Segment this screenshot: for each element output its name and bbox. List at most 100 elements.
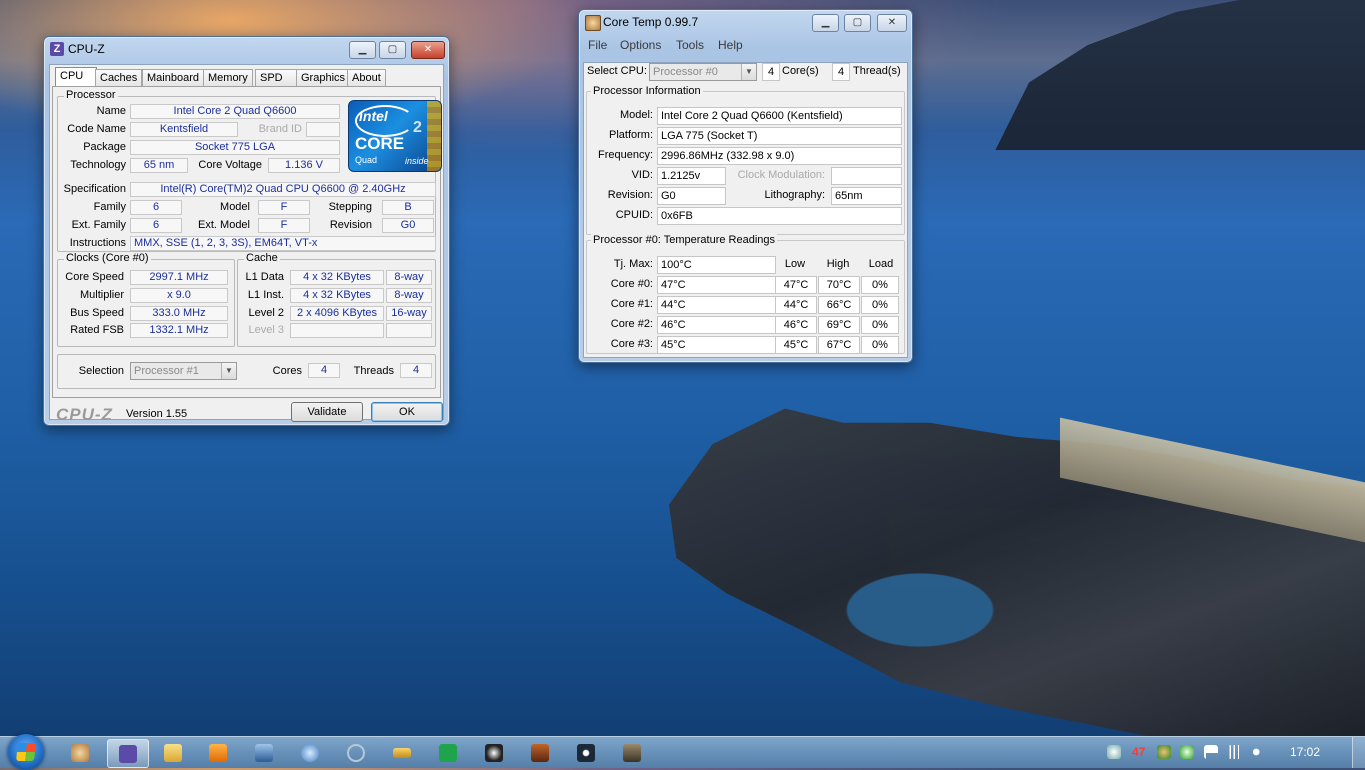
level2-assoc: 16-way [386, 306, 432, 321]
taskbar-app-glasses[interactable] [382, 739, 422, 766]
tab-mainboard[interactable]: Mainboard [142, 69, 204, 87]
core-high-value: 67°C [818, 336, 860, 354]
taskbar-app-game-2[interactable] [612, 739, 652, 766]
l1-data-assoc: 8-way [386, 270, 432, 285]
processor-group: Processor Name Intel Core 2 Quad Q6600 C… [57, 89, 442, 252]
tab-spd[interactable]: SPD [255, 69, 299, 87]
show-desktop-button[interactable] [1352, 737, 1365, 768]
maximize-button[interactable]: ▢ [844, 14, 871, 32]
start-button[interactable] [8, 734, 44, 770]
model-value: Intel Core 2 Quad Q6600 (Kentsfield) [657, 107, 902, 125]
cpuz-window[interactable]: Z CPU-Z ▁ ▢ ✕ CPU Caches Mainboard Memor… [43, 36, 450, 426]
threads-label: Threads [353, 365, 394, 377]
core-count-label: Core(s) [782, 65, 819, 77]
coretemp-client: Select CPU: Processor #0 ▼ 4 Core(s) 4 T… [583, 62, 908, 358]
core-temp-value: 46°C [657, 316, 776, 334]
taskbar-app-mask[interactable] [474, 739, 514, 766]
load-header: Load [868, 258, 894, 270]
core-load-value: 0% [861, 276, 899, 294]
core-low-value: 47°C [775, 276, 817, 294]
tray-flag-icon[interactable] [1204, 745, 1218, 759]
selection-group: Selection Processor #1 ▼ Cores 4 Threads… [57, 354, 436, 389]
taskbar-explorer[interactable] [153, 739, 193, 766]
l1-inst-value: 4 x 32 KBytes [290, 288, 384, 303]
validate-button[interactable]: Validate [291, 402, 363, 422]
menu-help[interactable]: Help [718, 38, 743, 52]
cpu-select[interactable]: Processor #0 ▼ [649, 63, 757, 81]
taskbar-media-player[interactable] [198, 739, 238, 766]
menu-options[interactable]: Options [620, 38, 661, 52]
ext-family-label: Ext. Family [71, 219, 126, 231]
tab-caches[interactable]: Caches [95, 69, 143, 87]
cpu-select-value: Processor #0 [653, 66, 718, 78]
close-button[interactable]: ✕ [411, 41, 445, 59]
coretemp-titlebar[interactable]: Core Temp 0.99.7 ▁ ▢ ✕ [579, 10, 912, 36]
processor-select[interactable]: Processor #1 ▼ [130, 362, 237, 380]
taskbar-app-blue[interactable] [244, 739, 284, 766]
wallpaper-rocks [669, 408, 1365, 736]
close-button[interactable]: ✕ [877, 14, 907, 32]
tray-volume-icon[interactable] [1252, 745, 1266, 759]
model-label: Model [220, 201, 250, 213]
taskbar-app-green[interactable] [428, 739, 468, 766]
taskbar-clock[interactable]: 17:02 [1290, 737, 1320, 768]
tray-security-icon[interactable] [1180, 745, 1194, 759]
cpuid-label: CPUID: [615, 209, 653, 221]
taskbar-steam[interactable] [566, 739, 606, 766]
instructions-label: Instructions [69, 237, 126, 249]
tray-network-monitor-icon[interactable] [1107, 745, 1121, 759]
stepping-label: Stepping [328, 201, 372, 213]
mask-icon [485, 743, 503, 762]
maximize-button[interactable]: ▢ [379, 41, 406, 59]
game-2-icon [623, 743, 641, 762]
menu-tools[interactable]: Tools [676, 38, 704, 52]
brandid-value [306, 122, 340, 137]
cpuz-titlebar[interactable]: Z CPU-Z ▁ ▢ ✕ [44, 37, 449, 63]
ext-family-value: 6 [130, 218, 182, 233]
taskbar-app-game[interactable] [520, 739, 560, 766]
cores-value: 4 [308, 363, 340, 378]
taskbar-cpuz[interactable] [107, 739, 149, 768]
cache-group-title: Cache [244, 252, 280, 264]
cpuid-value: 0x6FB [657, 207, 902, 225]
processor-info-group: Processor Information Model: Intel Core … [586, 85, 905, 235]
package-label: Package [83, 141, 126, 153]
core-load-value: 0% [861, 316, 899, 334]
l1-data-value: 4 x 32 KBytes [290, 270, 384, 285]
globe-icon [301, 743, 319, 762]
taskbar-app-swirl[interactable] [336, 739, 376, 766]
tab-cpu[interactable]: CPU [55, 67, 97, 88]
selection-label: Selection [78, 365, 124, 377]
app-green-icon [439, 743, 457, 762]
thread-count-label: Thread(s) [853, 65, 901, 77]
ext-model-value: F [258, 218, 310, 233]
tray-network-icon[interactable] [1228, 745, 1242, 759]
thread-count-value: 4 [832, 63, 850, 81]
package-value: Socket 775 LGA [130, 140, 340, 155]
tray-user-icon[interactable] [1157, 745, 1171, 759]
tab-graphics[interactable]: Graphics [296, 69, 351, 87]
minimize-button[interactable]: ▁ [812, 14, 839, 32]
ok-button[interactable]: OK [371, 402, 443, 422]
cpuz-client: CPU Caches Mainboard Memory SPD Graphics… [49, 64, 444, 424]
tray-temperature[interactable]: 47 [1132, 737, 1145, 768]
taskbar-coretemp[interactable] [60, 739, 100, 766]
family-label: Family [93, 201, 126, 213]
coretemp-window[interactable]: Core Temp 0.99.7 ▁ ▢ ✕ File Options Tool… [578, 9, 913, 363]
cpuz-brand-logo: CPU-Z [56, 405, 113, 424]
level3-assoc [386, 323, 432, 338]
tab-memory[interactable]: Memory [203, 69, 253, 87]
taskbar: 47 17:02 [0, 734, 1365, 770]
taskbar-app-globe[interactable] [290, 739, 330, 766]
clock-modulation-value [831, 167, 902, 185]
tab-about[interactable]: About [347, 69, 386, 87]
revision-value: G0 [657, 187, 726, 205]
core-load-value: 0% [861, 336, 899, 354]
model-label: Model: [619, 109, 653, 121]
menu-file[interactable]: File [588, 38, 607, 52]
folder-icon [164, 743, 182, 762]
coretemp-app-icon [585, 15, 601, 31]
minimize-button[interactable]: ▁ [349, 41, 376, 59]
core-speed-value: 2997.1 MHz [130, 270, 228, 285]
clock-modulation-label: Clock Modulation: [737, 169, 825, 181]
